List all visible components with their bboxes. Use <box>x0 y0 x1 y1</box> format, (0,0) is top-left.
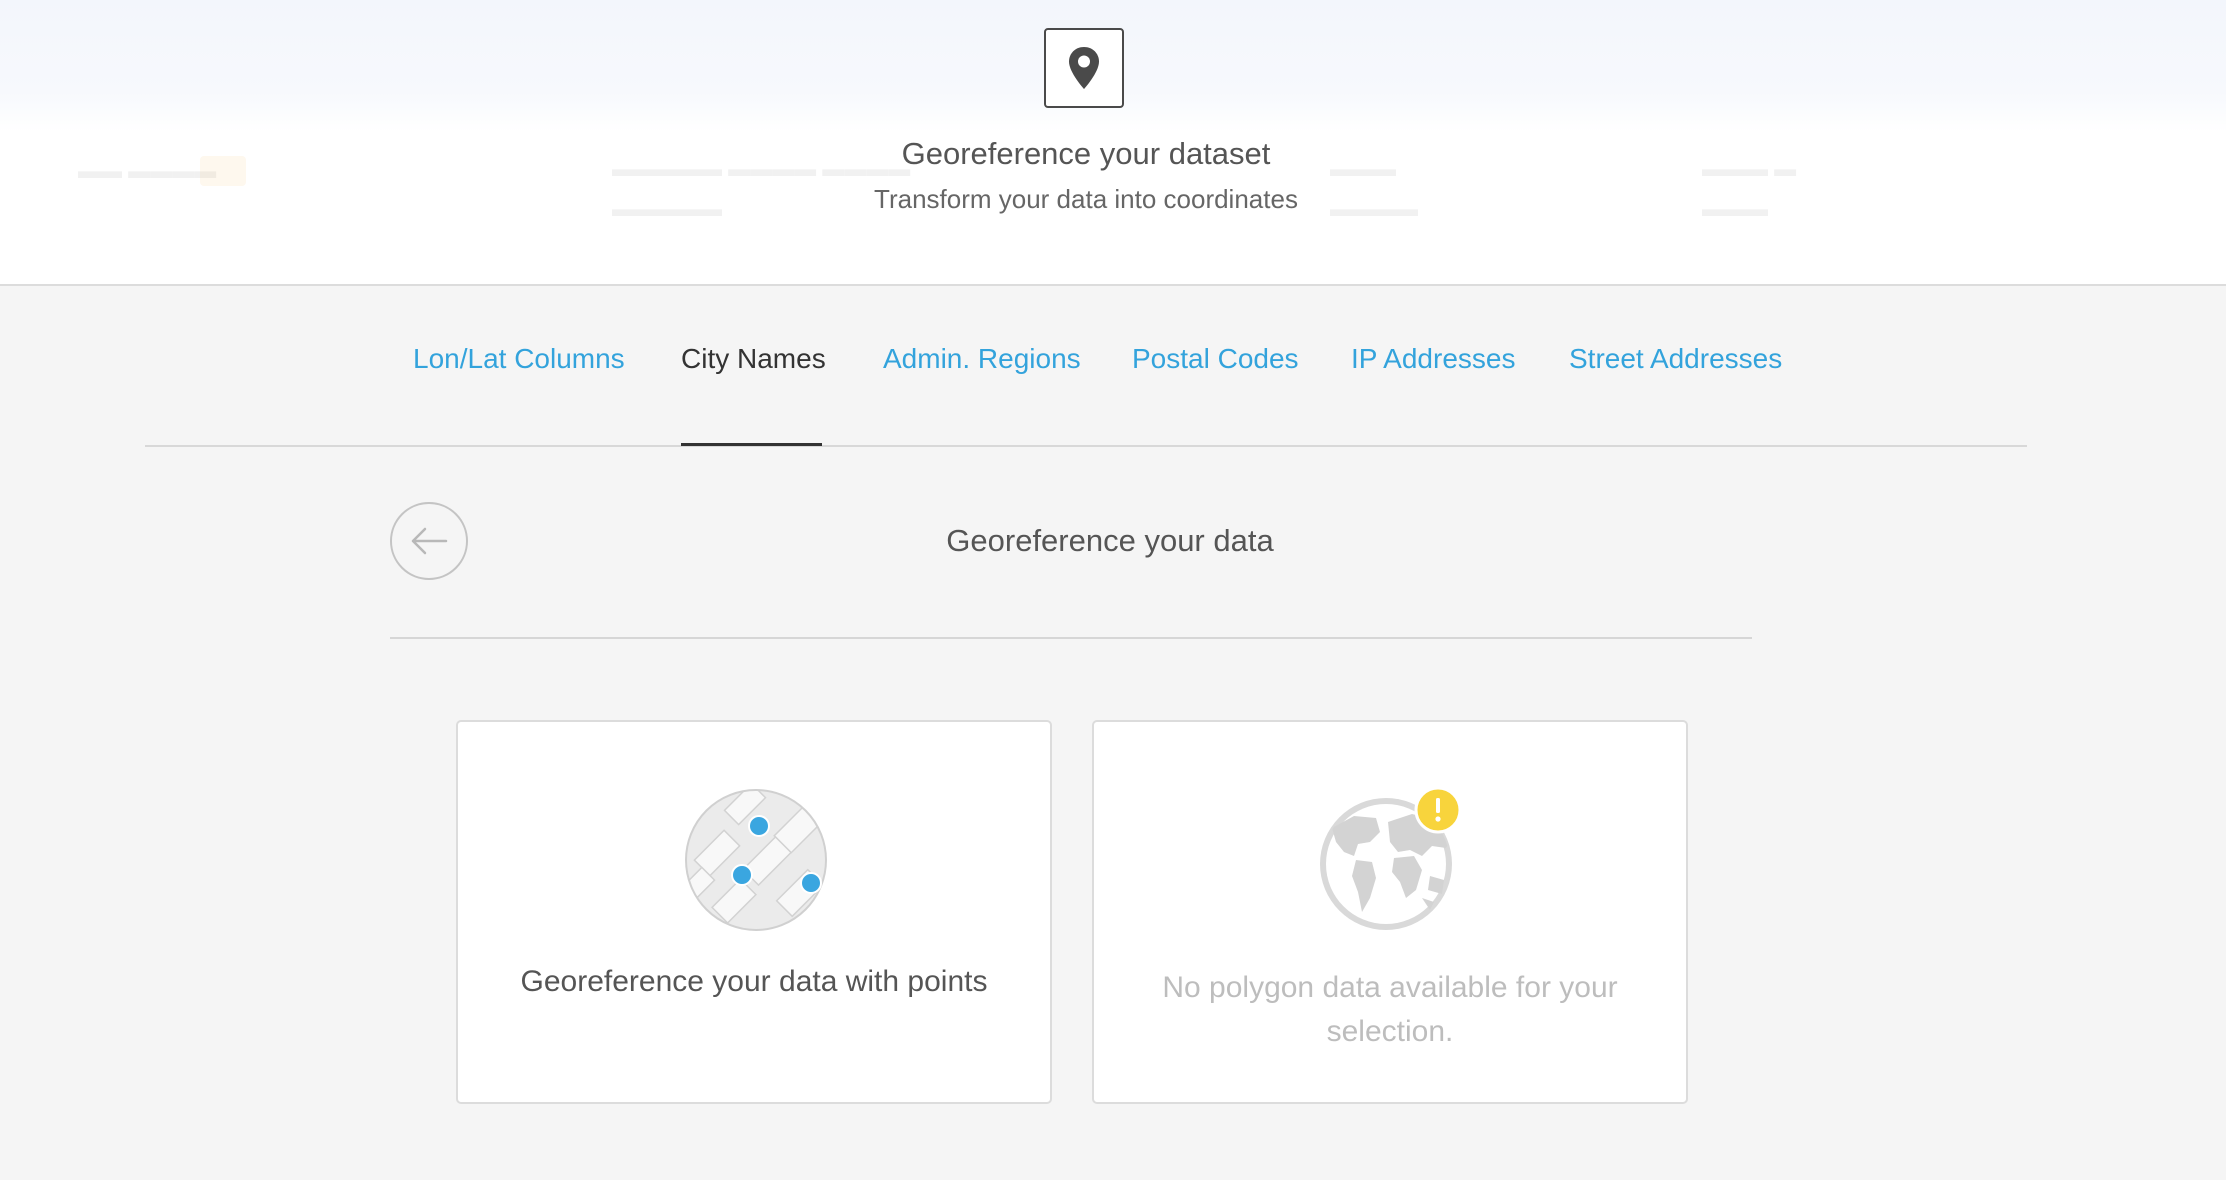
tabs-divider <box>145 445 2027 447</box>
section-divider <box>390 637 1752 639</box>
map-pin-icon <box>1044 28 1124 108</box>
map-points-icon <box>685 789 827 931</box>
tab-street-addresses[interactable]: Street Addresses <box>1569 343 1782 375</box>
polygon-option-card: No polygon data available for your selec… <box>1092 720 1688 1104</box>
active-tab-indicator <box>681 443 822 446</box>
tab-admin-regions[interactable]: Admin. Regions <box>883 343 1081 375</box>
polygon-option-label: No polygon data available for your selec… <box>1162 971 1618 1048</box>
tab-lon-lat-columns[interactable]: Lon/Lat Columns <box>413 343 625 375</box>
section-title: Georeference your data <box>946 523 1274 558</box>
modal-title: Georeference your dataset <box>901 136 1271 171</box>
tab-city-names[interactable]: City Names <box>681 343 826 375</box>
modal-subtitle: Transform your data into coordinates <box>874 184 1298 214</box>
globe-warning-icon <box>1320 786 1462 930</box>
tab-postal-codes[interactable]: Postal Codes <box>1132 343 1299 375</box>
modal-header: ▬▬ ▬▬▬▬ ▬▬▬▬▬ ▬▬▬▬ ▬▬▬▬ ▬▬▬▬▬ ▬▬▬ ▬▬▬▬ ▬… <box>0 0 2226 286</box>
points-option-label: Georeference your data with points <box>520 965 988 998</box>
points-option-card[interactable]: Georeference your data with points <box>456 720 1052 1104</box>
tab-ip-addresses[interactable]: IP Addresses <box>1351 343 1515 375</box>
